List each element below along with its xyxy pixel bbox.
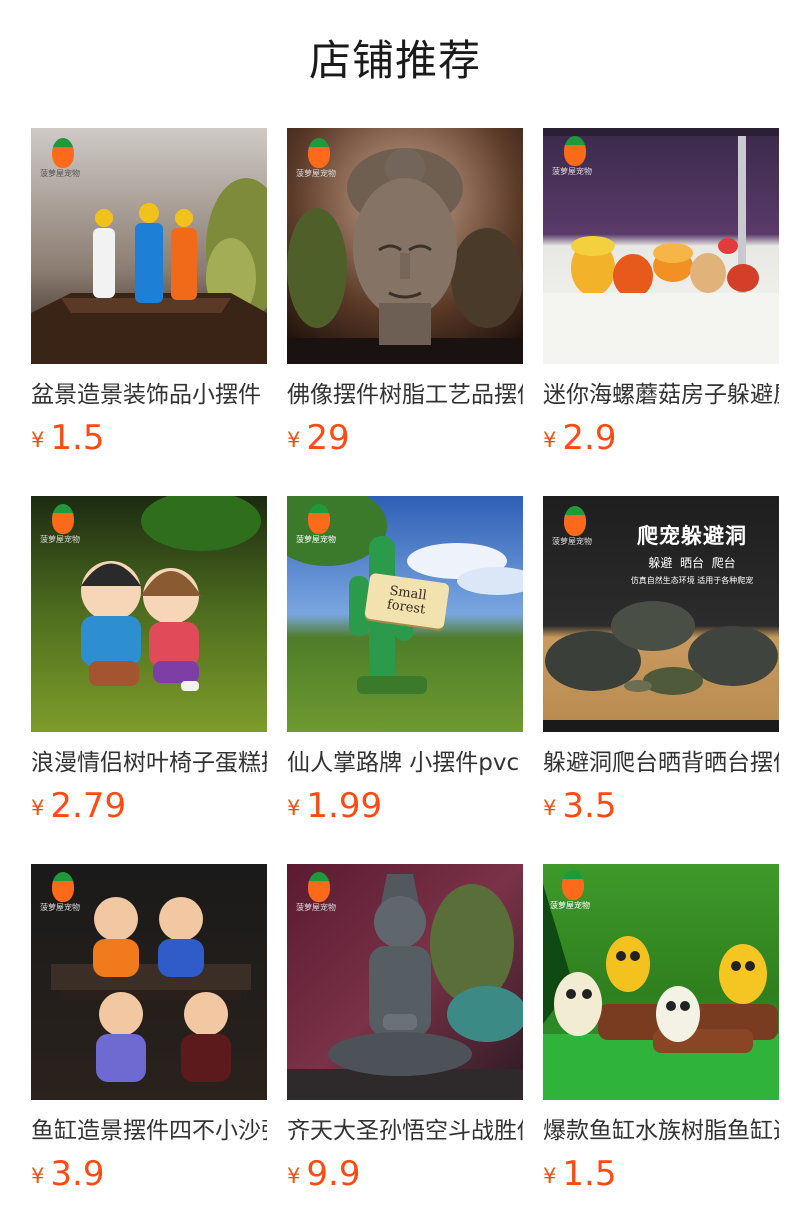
logo-text: 菠萝屋宠物 (552, 167, 592, 176)
currency-symbol: ¥ (31, 1164, 45, 1188)
product-price: ¥1.5 (31, 418, 267, 464)
currency-symbol: ¥ (543, 428, 557, 452)
product-name[interactable]: 迷你海螺蘑菇房子躲避屋 (543, 380, 779, 410)
currency-symbol: ¥ (287, 796, 301, 820)
shop-header: 店铺推荐 (0, 0, 790, 128)
product-image[interactable]: 菠萝屋宠物 (287, 128, 523, 364)
price-value: 9.9 (306, 1154, 361, 1194)
price-value: 2.79 (50, 786, 127, 826)
product-card[interactable]: 菠萝屋宠物 盆景造景装饰品小摆件 ¥1.5 (31, 128, 267, 464)
promo-banner: 爬宠躲避洞 躲避 晒台 爬台 仿真自然生态环境 适用于各种爬宠 (617, 520, 767, 586)
shop-logo: 菠萝屋宠物 (550, 870, 593, 911)
product-card[interactable]: 菠萝屋宠物 浪漫情侣树叶椅子蛋糕摆件 ¥2.79 (31, 496, 267, 832)
currency-symbol: ¥ (543, 796, 557, 820)
logo-text: 菠萝屋宠物 (40, 169, 80, 178)
logo-text: 菠萝屋宠物 (550, 901, 590, 910)
banner-title: 爬宠躲避洞 (637, 524, 747, 548)
product-card[interactable]: 菠萝屋宠物 迷你海螺蘑菇房子躲避屋 ¥2.9 (543, 128, 779, 464)
product-image[interactable]: 菠萝屋宠物 (287, 864, 523, 1100)
pineapple-icon (308, 138, 330, 168)
pineapple-icon (52, 138, 74, 168)
product-price: ¥3.9 (31, 1154, 267, 1200)
shop-logo: 菠萝屋宠物 (40, 138, 83, 179)
currency-symbol: ¥ (287, 1164, 301, 1188)
product-name[interactable]: 浪漫情侣树叶椅子蛋糕摆件 (31, 748, 267, 778)
product-card[interactable]: 菠萝屋宠物 鱼缸造景摆件四不小沙弥 ¥3.9 (31, 864, 267, 1200)
pineapple-icon (52, 872, 74, 902)
product-price: ¥1.99 (287, 786, 523, 832)
shop-logo: 菠萝屋宠物 (552, 136, 595, 177)
pineapple-icon (52, 504, 74, 534)
pineapple-icon (562, 870, 584, 900)
product-price: ¥3.5 (543, 786, 779, 832)
product-name[interactable]: 鱼缸造景摆件四不小沙弥 (31, 1116, 267, 1146)
product-card[interactable]: 菠萝屋宠物 爆款鱼缸水族树脂鱼缸造景 ¥1.5 (543, 864, 779, 1200)
price-value: 1.5 (562, 1154, 617, 1194)
logo-text: 菠萝屋宠物 (296, 169, 336, 178)
product-card[interactable]: 菠萝屋宠物 佛像摆件树脂工艺品摆件 ¥29 (287, 128, 523, 464)
logo-text: 菠萝屋宠物 (296, 535, 336, 544)
price-value: 2.9 (562, 418, 617, 458)
product-card[interactable]: 爬宠躲避洞 躲避 晒台 爬台 仿真自然生态环境 适用于各种爬宠 菠萝屋宠物 躲避… (543, 496, 779, 832)
pineapple-icon (564, 506, 586, 536)
shop-logo: 菠萝屋宠物 (40, 872, 83, 913)
pineapple-icon (308, 872, 330, 902)
logo-text: 菠萝屋宠物 (40, 535, 80, 544)
product-price: ¥1.5 (543, 1154, 779, 1200)
product-image[interactable]: 菠萝屋宠物 (31, 496, 267, 732)
price-value: 3.5 (562, 786, 617, 826)
product-image[interactable]: 菠萝屋宠物 (31, 864, 267, 1100)
product-price: ¥9.9 (287, 1154, 523, 1200)
product-name[interactable]: 齐天大圣孙悟空斗战胜佛 (287, 1116, 523, 1146)
banner-caption: 仿真自然生态环境 适用于各种爬宠 (630, 576, 754, 585)
banner-subtitle: 躲避 晒台 爬台 (648, 556, 736, 570)
currency-symbol: ¥ (543, 1164, 557, 1188)
shop-logo: 菠萝屋宠物 (552, 506, 595, 547)
product-image[interactable]: 菠萝屋宠物 (543, 128, 779, 364)
product-name[interactable]: 仙人掌路牌 小摆件pvc (287, 748, 523, 778)
product-image[interactable]: 菠萝屋宠物 (31, 128, 267, 364)
product-price: ¥29 (287, 418, 523, 464)
product-image[interactable]: 菠萝屋宠物 (543, 864, 779, 1100)
logo-text: 菠萝屋宠物 (40, 903, 80, 912)
price-value: 1.5 (50, 418, 105, 458)
page-title: 店铺推荐 (308, 36, 481, 85)
shop-logo: 菠萝屋宠物 (296, 872, 339, 913)
product-card[interactable]: Small forest 菠萝屋宠物 仙人掌路牌 小摆件pvc ¥1.99 (287, 496, 523, 832)
product-image[interactable]: Small forest 菠萝屋宠物 (287, 496, 523, 732)
product-name[interactable]: 爆款鱼缸水族树脂鱼缸造景 (543, 1116, 779, 1146)
product-price: ¥2.9 (543, 418, 779, 464)
currency-symbol: ¥ (31, 796, 45, 820)
currency-symbol: ¥ (287, 428, 301, 452)
price-value: 1.99 (306, 786, 383, 826)
shop-logo: 菠萝屋宠物 (296, 138, 339, 179)
pineapple-icon (308, 504, 330, 534)
price-value: 29 (306, 418, 350, 458)
sign-text: Small forest (386, 583, 428, 618)
product-image[interactable]: 爬宠躲避洞 躲避 晒台 爬台 仿真自然生态环境 适用于各种爬宠 菠萝屋宠物 (543, 496, 779, 732)
product-card[interactable]: 菠萝屋宠物 齐天大圣孙悟空斗战胜佛 ¥9.9 (287, 864, 523, 1200)
price-value: 3.9 (50, 1154, 105, 1194)
shop-logo: 菠萝屋宠物 (296, 504, 339, 545)
logo-text: 菠萝屋宠物 (552, 537, 592, 546)
pineapple-icon (564, 136, 586, 166)
logo-text: 菠萝屋宠物 (296, 903, 336, 912)
product-price: ¥2.79 (31, 786, 267, 832)
shop-logo: 菠萝屋宠物 (40, 504, 83, 545)
product-name[interactable]: 躲避洞爬台晒背晒台摆件 (543, 748, 779, 778)
product-name[interactable]: 盆景造景装饰品小摆件 (31, 380, 267, 410)
product-name[interactable]: 佛像摆件树脂工艺品摆件 (287, 380, 523, 410)
currency-symbol: ¥ (31, 428, 45, 452)
